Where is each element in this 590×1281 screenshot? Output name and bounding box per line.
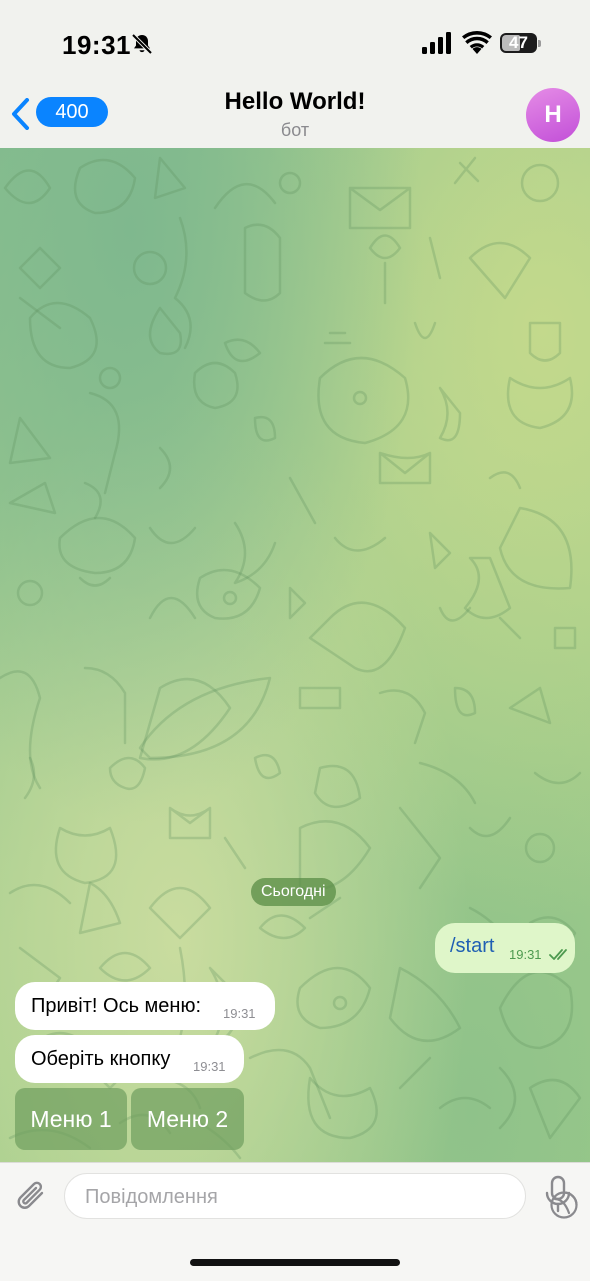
header: 19:31 47 400 Hello World! бот H <box>0 0 590 149</box>
home-indicator <box>190 1259 400 1266</box>
chat-title[interactable]: Hello World! <box>0 88 590 116</box>
chat-area[interactable]: Сьогодні /start 19:31 Привіт! Ось меню: … <box>0 148 590 1162</box>
keyboard-button-menu-1[interactable]: Меню 1 <box>15 1088 127 1150</box>
message-input[interactable] <box>83 1174 477 1220</box>
message-time: 19:31 <box>509 947 542 962</box>
incoming-message[interactable]: Оберіть кнопку 19:31 <box>15 1035 244 1083</box>
double-check-icon <box>549 949 567 960</box>
date-separator: Сьогодні <box>251 878 336 906</box>
cellular-signal-icon <box>422 32 451 54</box>
battery-level: 47 <box>509 33 528 52</box>
chat-subtitle: бот <box>280 120 310 140</box>
outgoing-message[interactable]: /start 19:31 <box>435 923 575 973</box>
message-text[interactable]: Оберіть кнопку <box>31 1048 170 1071</box>
silent-bell-icon <box>131 33 153 55</box>
message-field[interactable] <box>64 1173 578 1220</box>
status-bar: 19:31 47 <box>0 0 590 80</box>
message-time: 19:31 <box>223 1006 256 1021</box>
status-time: 19:31 <box>62 30 131 60</box>
composer-bar <box>0 1162 590 1281</box>
incoming-message[interactable]: Привіт! Ось меню: 19:31 <box>15 982 275 1030</box>
keyboard-button-menu-2[interactable]: Меню 2 <box>131 1088 244 1150</box>
battery-indicator: 47 <box>500 31 542 55</box>
microphone-icon[interactable] <box>544 1175 572 1215</box>
attach-paperclip-icon[interactable] <box>14 1177 50 1215</box>
wifi-icon <box>462 31 492 54</box>
chat-navbar: 400 Hello World! бот H <box>0 80 590 148</box>
avatar[interactable]: H <box>526 88 580 142</box>
message-time: 19:31 <box>193 1059 226 1074</box>
message-text[interactable]: /start <box>450 935 494 958</box>
message-text[interactable]: Привіт! Ось меню: <box>31 995 201 1018</box>
